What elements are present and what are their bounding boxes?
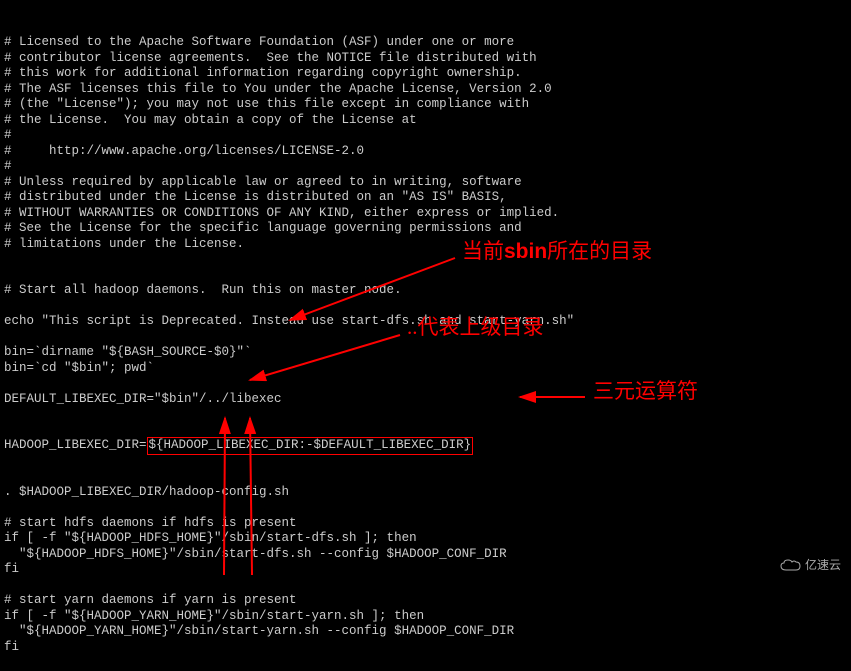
- code-line: # (the "License"); you may not use this …: [4, 97, 574, 113]
- code-line: # Unless required by applicable law or a…: [4, 175, 574, 191]
- highlight-line: HADOOP_LIBEXEC_DIR=${HADOOP_LIBEXEC_DIR:…: [4, 438, 574, 454]
- code-line: bin=`dirname "${BASH_SOURCE-$0}"`: [4, 345, 574, 361]
- code-line: # See the License for the specific langu…: [4, 221, 574, 237]
- code-line: fi: [4, 562, 574, 578]
- code-line: [4, 299, 574, 315]
- code-line: "${HADOOP_YARN_HOME}"/sbin/start-yarn.sh…: [4, 624, 574, 640]
- code-line: # start yarn daemons if yarn is present: [4, 593, 574, 609]
- code-line: bin=`cd "$bin"; pwd`: [4, 361, 574, 377]
- code-line: DEFAULT_LIBEXEC_DIR="$bin"/../libexec: [4, 392, 574, 408]
- code-line: if [ -f "${HADOOP_HDFS_HOME}"/sbin/start…: [4, 531, 574, 547]
- code-line: # The ASF licenses this file to You unde…: [4, 82, 574, 98]
- code-line: [4, 376, 574, 392]
- code-line: if [ -f "${HADOOP_YARN_HOME}"/sbin/start…: [4, 609, 574, 625]
- highlight-box: ${HADOOP_LIBEXEC_DIR:-$DEFAULT_LIBEXEC_D…: [147, 437, 474, 455]
- annotation-sbin: 当前sbin所在的目录: [462, 244, 652, 260]
- code-line: # this work for additional information r…: [4, 66, 574, 82]
- code-line: [4, 578, 574, 594]
- code-line: [4, 500, 574, 516]
- code-line: # distributed under the License is distr…: [4, 190, 574, 206]
- code-line: #: [4, 159, 574, 175]
- code-line: "${HADOOP_HDFS_HOME}"/sbin/start-dfs.sh …: [4, 547, 574, 563]
- code-line: # Licensed to the Apache Software Founda…: [4, 35, 574, 51]
- watermark-text: 亿速云: [805, 558, 841, 574]
- code-line: . $HADOOP_LIBEXEC_DIR/hadoop-config.sh: [4, 485, 574, 501]
- annotation-ternary: 三元运算符: [593, 384, 698, 400]
- code-line: # start hdfs daemons if hdfs is present: [4, 516, 574, 532]
- code-line: # contributor license agreements. See th…: [4, 51, 574, 67]
- code-line: # WITHOUT WARRANTIES OR CONDITIONS OF AN…: [4, 206, 574, 222]
- code-line: fi: [4, 640, 574, 656]
- watermark: 亿速云: [780, 558, 841, 574]
- cloud-icon: [780, 558, 802, 572]
- highlight-prefix: HADOOP_LIBEXEC_DIR=: [4, 438, 147, 452]
- code-line: # http://www.apache.org/licenses/LICENSE…: [4, 144, 574, 160]
- code-line: [4, 268, 574, 284]
- code-line: # Start all hadoop daemons. Run this on …: [4, 283, 574, 299]
- code-line: # the License. You may obtain a copy of …: [4, 113, 574, 129]
- annotation-dotdot: ..代表上级目录: [407, 320, 544, 336]
- code-line: #: [4, 128, 574, 144]
